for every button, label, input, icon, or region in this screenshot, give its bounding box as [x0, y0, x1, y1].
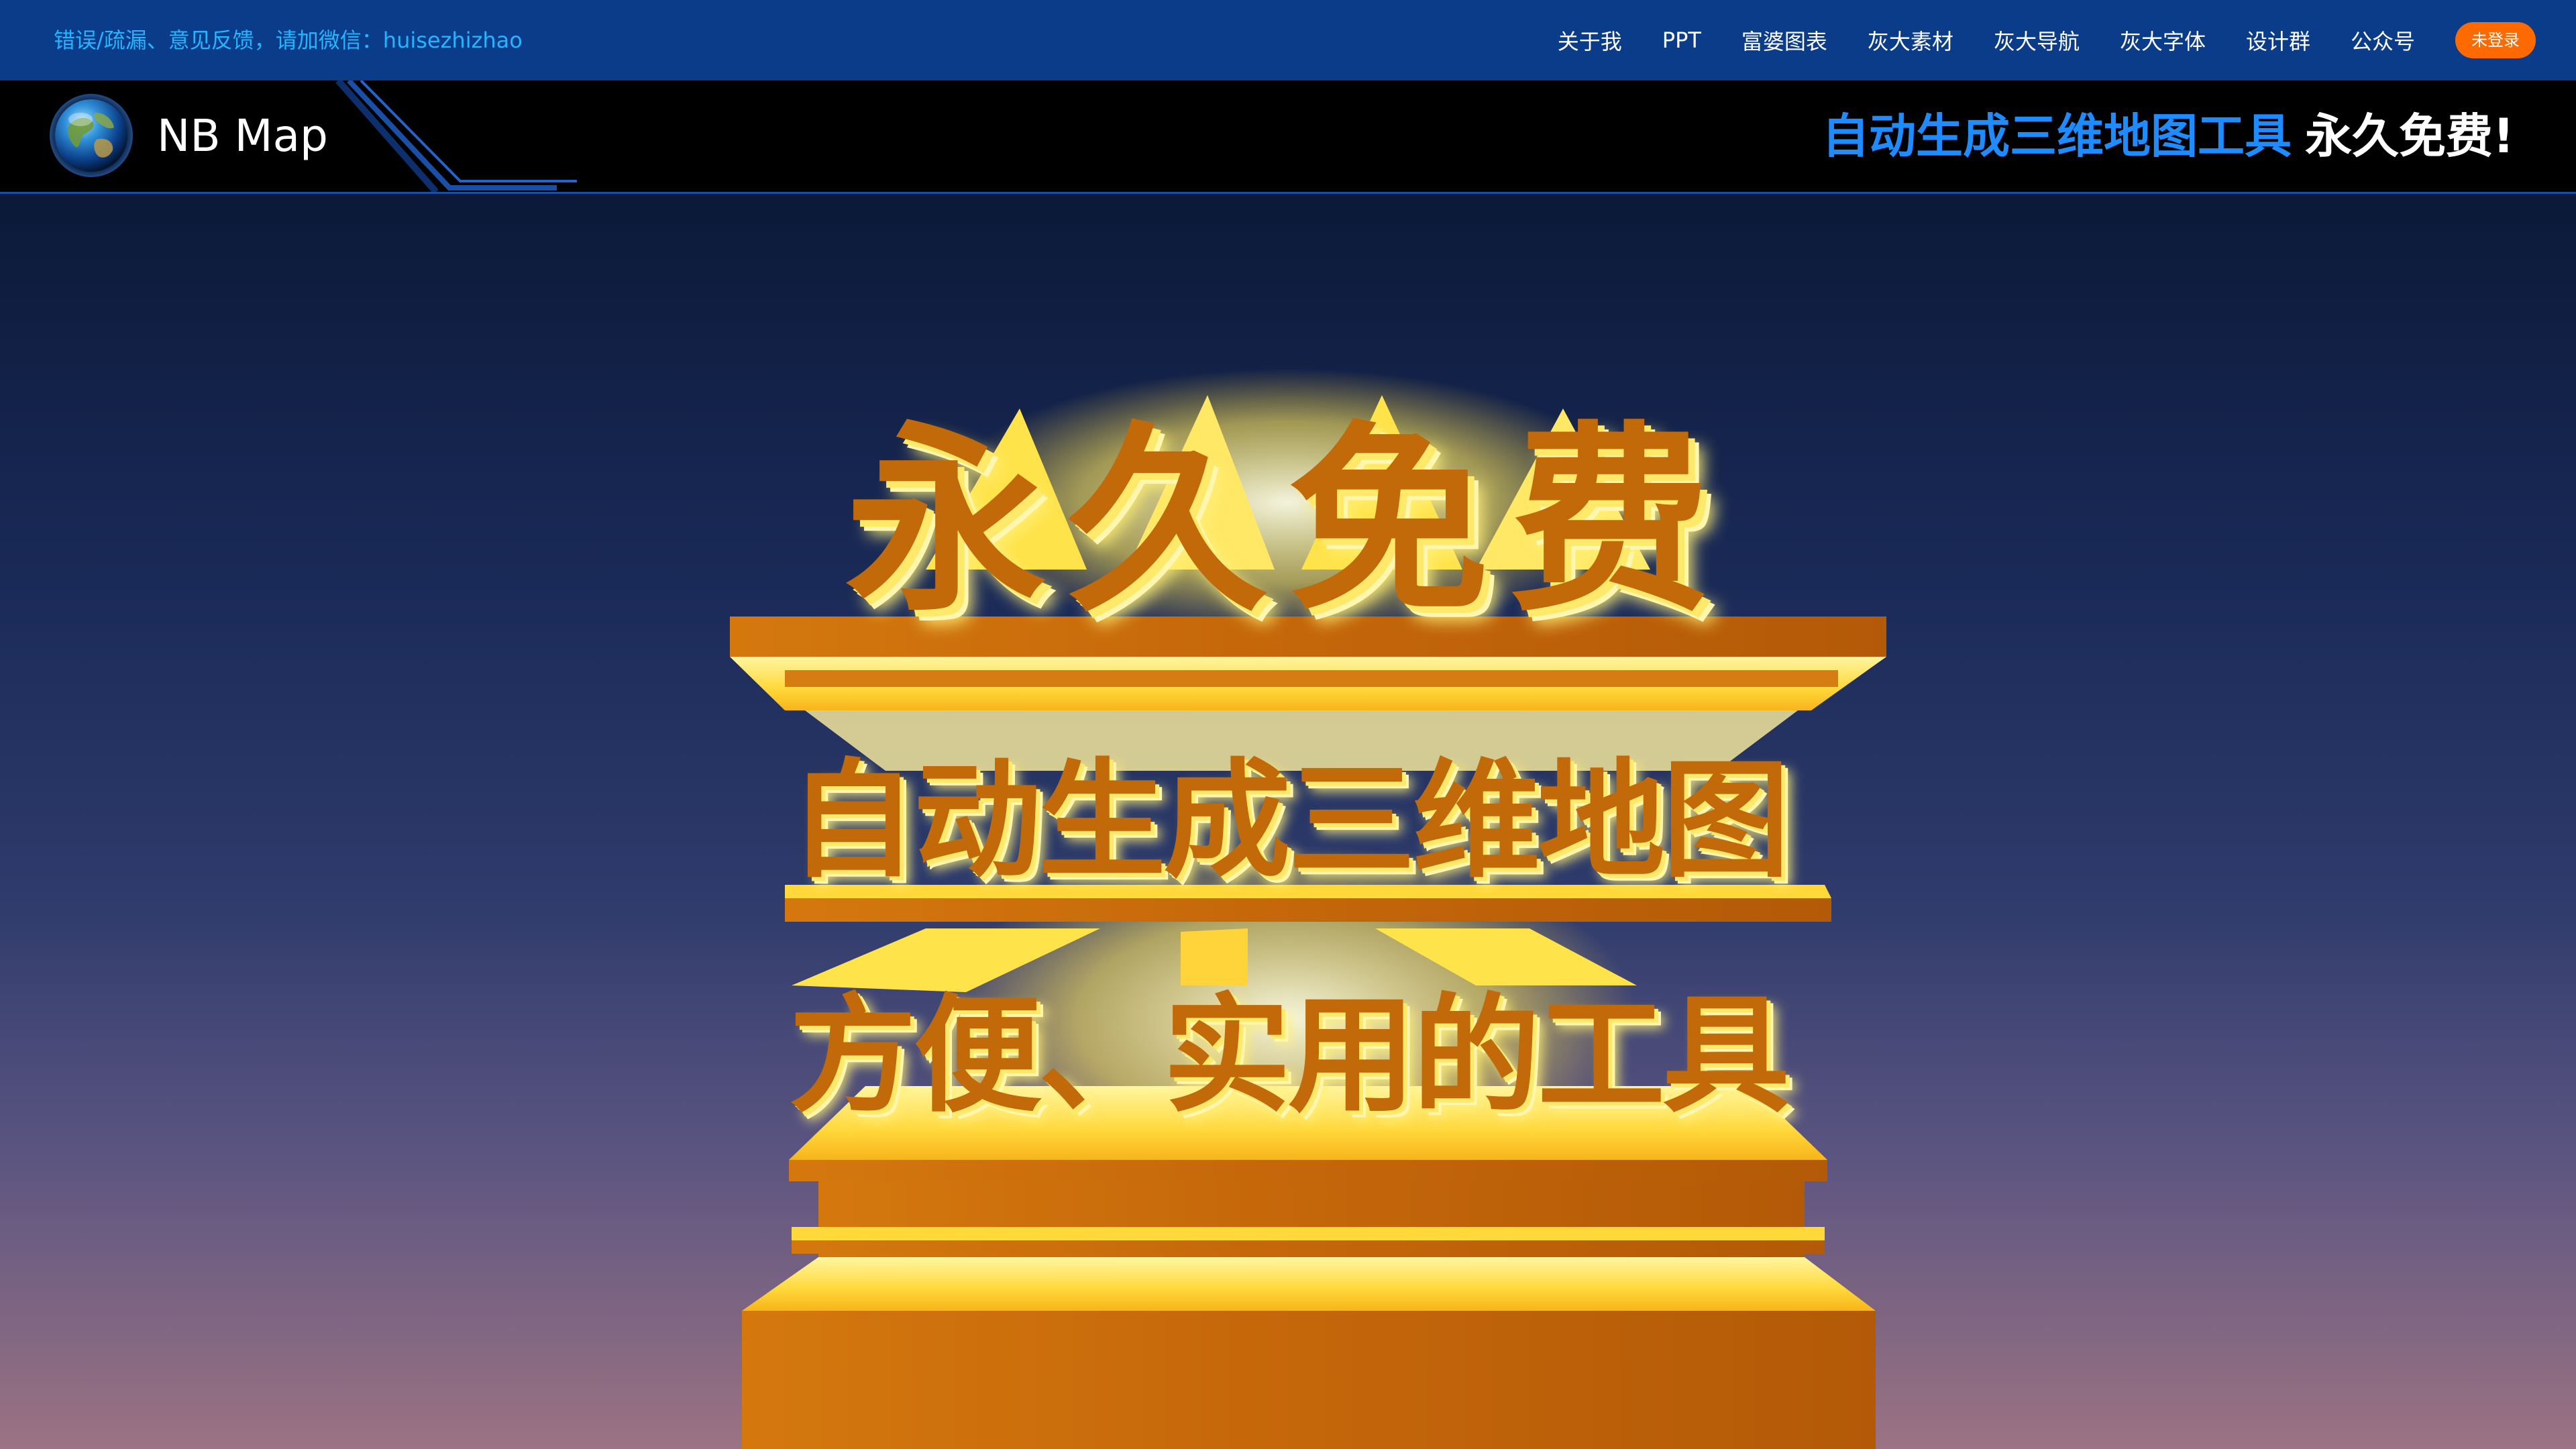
slogan-rest: 永久免费! — [2305, 109, 2514, 164]
nav-item-about[interactable]: 关于我 — [1558, 25, 1622, 56]
header-slogan: 自动生成三维地图工具 永久免费! — [1822, 80, 2514, 192]
feedback-label: 错误/疏漏、意见反馈，请加微信： — [54, 28, 383, 53]
nav-item-materials[interactable]: 灰大素材 — [1868, 25, 1953, 56]
hero-title: 永久免费 — [845, 405, 1731, 639]
brand-name[interactable]: NB Map — [157, 80, 328, 192]
hero-graphic: 永久免费 自动生成三维地图 方便、实用的工具 — [0, 194, 2576, 1449]
nav-item-ppt[interactable]: PPT — [1662, 28, 1701, 53]
nav-item-design-group[interactable]: 设计群 — [2246, 25, 2310, 56]
top-bar: 错误/疏漏、意见反馈，请加微信：huisezhizhao 关于我 PPT 富婆图… — [0, 0, 2576, 80]
login-button[interactable]: 未登录 — [2455, 22, 2536, 58]
globe-icon[interactable] — [48, 93, 134, 178]
hero-subtitle: 自动生成三维地图 — [788, 747, 1790, 895]
top-nav: 关于我 PPT 富婆图表 灰大素材 灰大导航 灰大字体 设计群 公众号 未登录 — [1558, 0, 2536, 80]
feedback-notice: 错误/疏漏、意见反馈，请加微信：huisezhizhao — [54, 0, 523, 80]
nav-item-official-account[interactable]: 公众号 — [2351, 25, 2415, 56]
nav-item-fonts[interactable]: 灰大字体 — [2120, 25, 2206, 56]
header-decoration — [335, 80, 577, 192]
wechat-id: huisezhizhao — [382, 28, 523, 53]
nav-item-navigation[interactable]: 灰大导航 — [1994, 25, 2080, 56]
slogan-highlight: 自动生成三维地图工具 — [1822, 109, 2292, 164]
nav-item-charts[interactable]: 富婆图表 — [1741, 25, 1827, 56]
hero-tagline: 方便、实用的工具 — [788, 981, 1790, 1130]
brand-header: NB Map 自动生成三维地图工具 永久免费! — [0, 80, 2576, 194]
